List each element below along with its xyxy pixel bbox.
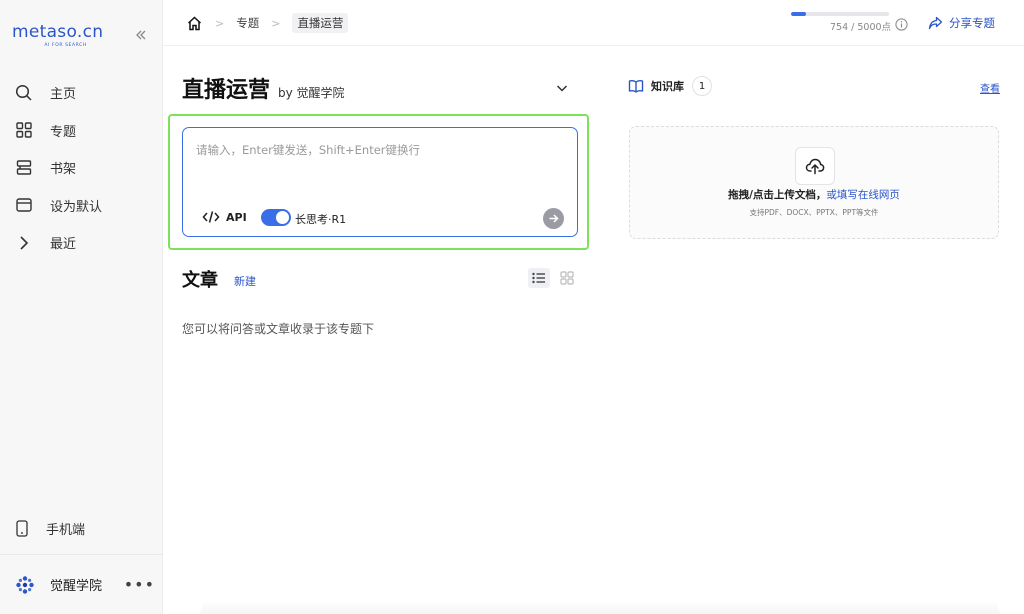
question-input-placeholder: 请输入，Enter键发送，Shift+Enter键换行 <box>196 143 421 157</box>
upload-instructions: 拖拽/点击上传文档，或填写在线网页 <box>630 187 998 202</box>
user-name: 觉醒学院 <box>50 579 103 594</box>
home-icon[interactable] <box>185 14 203 32</box>
cloud-upload-icon <box>805 158 825 175</box>
share-topic-button[interactable]: 分享专题 <box>928 15 995 31</box>
grid-icon <box>14 120 34 140</box>
collapse-sidebar-button[interactable] <box>134 28 150 44</box>
breadcrumb: > 专题 > 直播运营 <box>185 13 349 33</box>
view-knowledge-link[interactable]: 查看 <box>980 80 1000 95</box>
sidebar-item-recent[interactable]: 最近 <box>0 224 163 262</box>
breadcrumb-item-current: 直播运营 <box>292 13 349 33</box>
code-icon <box>202 211 220 223</box>
info-icon[interactable] <box>895 16 908 31</box>
bookshelf-icon <box>14 158 34 178</box>
quota-meter <box>791 12 891 16</box>
quota-text: 754 / 5000点 <box>830 22 892 33</box>
top-header: > 专题 > 直播运营 754 / 5000点 分享专题 <box>163 0 1024 46</box>
share-label: 分享专题 <box>949 16 995 30</box>
sidebar-item-label: 书架 <box>50 162 77 178</box>
list-view-button[interactable] <box>528 268 550 288</box>
upload-file-types: 支持PDF、DOCX、PPTX、PPT等文件 <box>749 208 879 217</box>
online-webpage-link[interactable]: 或填写在线网页 <box>826 189 900 201</box>
breadcrumb-item-topics[interactable]: 专题 <box>236 15 259 31</box>
quota-progress-bar <box>791 12 889 16</box>
sidebar-item-mobile[interactable]: 手机端 <box>14 518 85 538</box>
logo-tagline: AI FOR SEARCH <box>44 43 87 48</box>
chevron-right-icon: > <box>215 16 225 30</box>
deep-think-toggle[interactable] <box>261 209 291 226</box>
sidebar-item-label: 手机端 <box>46 522 86 538</box>
articles-title: 文章 <box>182 270 218 291</box>
sidebar-item-label: 最近 <box>50 237 77 253</box>
logo-text: metaso.cn <box>12 22 104 42</box>
list-icon <box>532 272 545 284</box>
upload-dropzone[interactable]: 拖拽/点击上传文档，或填写在线网页 支持PDF、DOCX、PPTX、PPT等文件 <box>629 126 999 239</box>
chevron-down-icon[interactable] <box>555 80 569 94</box>
api-label: API <box>226 210 247 224</box>
api-button[interactable]: API <box>202 210 247 224</box>
question-input[interactable]: 请输入，Enter键发送，Shift+Enter键换行 API 长思考·R1 <box>182 127 578 237</box>
grid-view-button[interactable] <box>556 268 578 288</box>
sidebar: metaso.cn AI FOR SEARCH 主页 专题 书架 设为默认 最近… <box>0 0 163 614</box>
more-options-button[interactable]: ••• <box>124 575 155 594</box>
knowledge-base-label: 知识库 <box>651 80 684 93</box>
share-icon <box>928 16 943 30</box>
articles-header: 文章 新建 <box>182 266 256 292</box>
topic-header: 直播运营 by 觉醒学院 <box>182 72 345 104</box>
sidebar-item-label: 专题 <box>50 124 77 140</box>
open-book-icon <box>628 80 644 93</box>
sidebar-item-set-default[interactable]: 设为默认 <box>0 187 163 225</box>
flower-logo-icon <box>16 575 34 594</box>
sidebar-item-bookshelf[interactable]: 书架 <box>0 149 163 187</box>
bottom-edge-shadow <box>200 600 1000 614</box>
sidebar-item-topics[interactable]: 专题 <box>0 112 163 150</box>
send-button[interactable] <box>543 208 564 229</box>
chevron-right-icon: > <box>271 16 281 30</box>
sidebar-item-label: 主页 <box>50 87 77 103</box>
user-profile[interactable]: 觉醒学院 ••• <box>0 554 163 614</box>
new-article-link[interactable]: 新建 <box>234 273 256 289</box>
sidebar-item-home[interactable]: 主页 <box>0 74 163 112</box>
knowledge-base-header: 知识库 1 <box>628 76 712 96</box>
search-icon <box>14 83 34 103</box>
mobile-phone-icon <box>14 518 30 538</box>
deep-think-label: 长思考·R1 <box>295 213 347 226</box>
double-chevron-left-icon <box>136 30 146 40</box>
upload-button[interactable] <box>795 147 835 185</box>
upload-text: 拖拽/点击上传文档， <box>728 189 827 201</box>
arrow-right-icon <box>549 214 559 223</box>
empty-articles-message: 您可以将问答或文章收录于该专题下 <box>182 322 375 336</box>
logo[interactable]: metaso.cn AI FOR SEARCH <box>12 22 103 48</box>
chevron-right-icon <box>14 233 34 253</box>
sidebar-nav: 主页 专题 书架 设为默认 最近 <box>0 74 163 262</box>
toggle-knob <box>276 211 289 224</box>
avatar <box>14 574 36 596</box>
sidebar-item-label: 设为默认 <box>50 199 103 215</box>
topic-author: by 觉醒学院 <box>278 86 345 100</box>
grid-icon <box>560 271 574 285</box>
page-title: 直播运营 <box>182 78 271 103</box>
window-icon <box>14 195 34 215</box>
knowledge-base-count: 1 <box>692 76 712 96</box>
quota-progress-fill <box>791 12 806 16</box>
